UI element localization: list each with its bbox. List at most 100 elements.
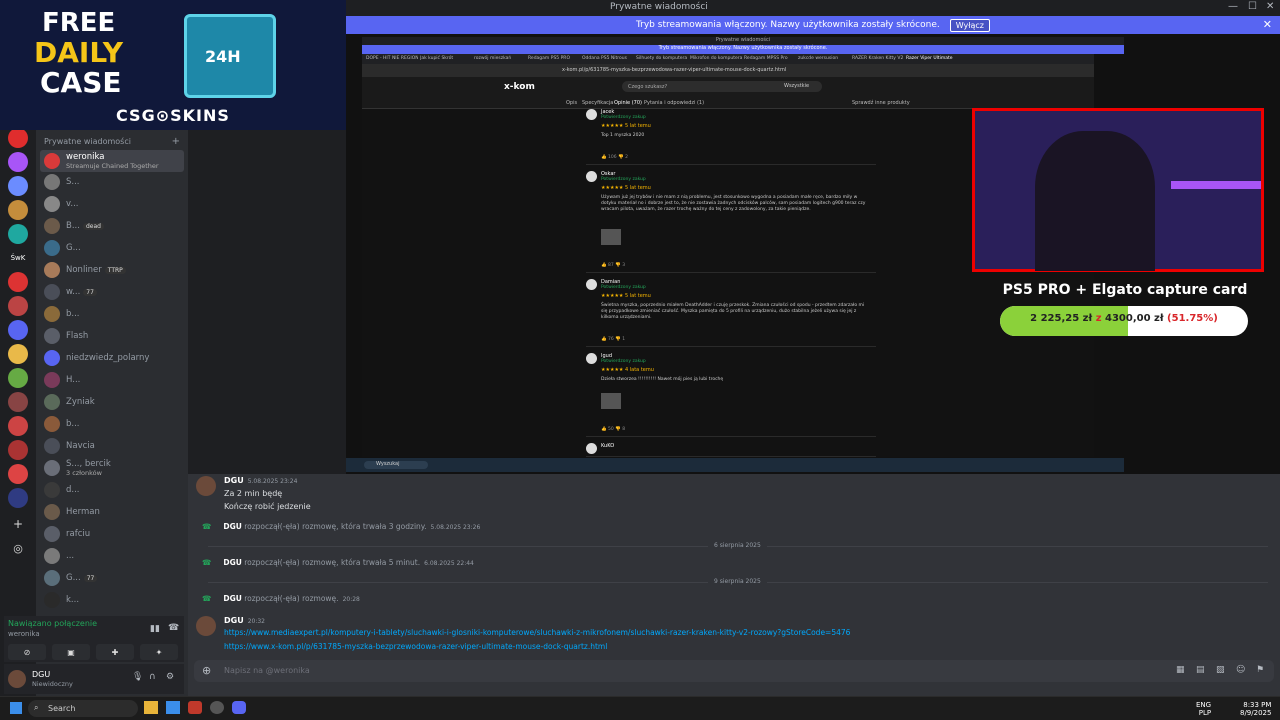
server-swk[interactable]: ŚwK <box>8 248 28 268</box>
xkom-search-category[interactable]: Wszystkie <box>784 83 809 89</box>
apps-icon[interactable]: ⚑ <box>1256 665 1264 675</box>
tab-description[interactable]: Opis <box>566 100 577 106</box>
other-products-link[interactable]: Sprawdź inne produkty <box>852 100 910 106</box>
tab-qa[interactable]: Pytania i odpowiedzi (1) <box>644 100 704 106</box>
tab-reviews[interactable]: Opinie (70) <box>614 100 642 106</box>
server-icon[interactable] <box>8 368 28 388</box>
dm-item[interactable]: ... <box>40 546 184 566</box>
gif-icon[interactable]: ▤ <box>1196 665 1205 675</box>
server-icon[interactable] <box>8 296 28 316</box>
settings-gear-icon[interactable]: ⚙ <box>166 672 174 682</box>
review-photo[interactable] <box>601 393 621 409</box>
message-link[interactable]: https://www.mediaexpert.pl/komputery-i-t… <box>224 628 1188 637</box>
message-author[interactable]: DGU <box>224 476 244 485</box>
disable-streamer-mode-button[interactable]: Wyłącz <box>949 18 990 32</box>
maximize-icon[interactable]: ☐ <box>1248 1 1257 12</box>
dm-item[interactable]: S..., bercik 3 członków <box>40 458 184 478</box>
dm-item[interactable]: b... <box>40 304 184 324</box>
sticker-icon[interactable]: ▧ <box>1216 665 1225 675</box>
headphones-icon[interactable]: ∩ <box>149 672 156 682</box>
review-photo[interactable] <box>601 229 621 245</box>
tab-spec[interactable]: Specyfikacja <box>582 100 613 106</box>
taskbar-search[interactable]: ⌕ Search <box>28 700 138 717</box>
avatar[interactable] <box>196 476 216 496</box>
message-input[interactable]: ⊕ Napisz na @weronika ▦ ▤ ▧ ☺ ⚑ <box>194 660 1274 682</box>
browser-tab[interactable]: zukcde wersusion <box>798 54 850 64</box>
server-icon[interactable] <box>8 272 28 292</box>
xkom-logo[interactable]: x-kom <box>504 82 535 92</box>
new-dm-icon[interactable]: + <box>172 136 180 147</box>
server-icon[interactable] <box>8 392 28 412</box>
browser-tab[interactable]: Razer Viper Ultimate <box>906 54 958 64</box>
server-icon[interactable] <box>8 152 28 172</box>
avatar[interactable] <box>8 670 26 688</box>
dm-item[interactable]: G... 77 <box>40 568 184 588</box>
dm-item[interactable]: weronika Streamuje Chained Together <box>40 150 184 172</box>
add-server-icon[interactable]: + <box>8 514 28 534</box>
message-author[interactable]: DGU <box>224 616 244 625</box>
review-votes[interactable]: 👍 50 👎 8 <box>601 427 625 432</box>
dm-item[interactable]: Zyniak <box>40 392 184 412</box>
server-icon[interactable] <box>8 416 28 436</box>
review-votes[interactable]: 👍 76 👎 1 <box>601 337 625 342</box>
close-icon[interactable]: ✕ <box>1266 1 1274 12</box>
dm-item[interactable]: S... <box>40 172 184 192</box>
dm-item[interactable]: rafciu <box>40 524 184 544</box>
browser-tab[interactable]: DOPE - HIT NIE REGION <box>366 54 418 64</box>
dm-item[interactable]: d... <box>40 480 184 500</box>
browser-tab[interactable]: Redagam MPSS Pro <box>744 54 796 64</box>
server-icon[interactable] <box>8 224 28 244</box>
attach-plus-icon[interactable]: ⊕ <box>202 664 211 677</box>
server-icon[interactable] <box>8 176 28 196</box>
avatar[interactable] <box>196 616 216 636</box>
disconnect-icon[interactable]: ☎ <box>168 623 179 633</box>
soundboard-icon[interactable]: ✦ <box>140 644 178 660</box>
camera-off-icon[interactable]: ⊘ <box>8 644 46 660</box>
server-icon[interactable] <box>8 464 28 484</box>
dm-item[interactable]: k... <box>40 590 184 610</box>
emoji-icon[interactable]: ☺ <box>1236 665 1245 675</box>
dm-item[interactable]: Nonliner TTRP <box>40 260 184 280</box>
dm-item[interactable]: B... dead <box>40 216 184 236</box>
review-votes[interactable]: 👍 87 👎 3 <box>601 263 625 268</box>
dm-item[interactable]: v... <box>40 194 184 214</box>
signal-icon[interactable]: ▮▮ <box>150 624 160 634</box>
browser-tab[interactable]: RAZER Kraken Kitty V2 <box>852 54 904 64</box>
server-icon[interactable] <box>8 200 28 220</box>
screen-share-icon[interactable]: ▣ <box>52 644 90 660</box>
browser-tab[interactable]: Mikrofon do komputera <box>690 54 742 64</box>
dm-item[interactable]: b... <box>40 414 184 434</box>
dm-item[interactable]: w... 77 <box>40 282 184 302</box>
windows-start-icon[interactable] <box>10 702 22 714</box>
server-icon[interactable] <box>8 488 28 508</box>
banner-close-icon[interactable]: ✕ <box>1263 18 1272 31</box>
obs-icon[interactable] <box>210 701 224 714</box>
browser-tab[interactable]: rozwój mieszkań <box>474 54 526 64</box>
mic-icon[interactable]: 🎙 <box>132 672 143 682</box>
activity-icon[interactable]: ✚ <box>96 644 134 660</box>
dm-item[interactable]: H... <box>40 370 184 390</box>
dm-item[interactable]: Herman <box>40 502 184 522</box>
message-link[interactable]: https://www.x-kom.pl/p/631785-myszka-bez… <box>224 642 1188 651</box>
minimize-icon[interactable]: — <box>1228 1 1238 12</box>
dm-item[interactable]: Navcia <box>40 436 184 456</box>
dm-item[interactable]: G... <box>40 238 184 258</box>
server-icon[interactable] <box>8 320 28 340</box>
browser-urlbar[interactable]: x-kom.pl/p/631785-myszka-bezprzewodowa-r… <box>362 64 1094 77</box>
browser-tab[interactable]: Jak kupić Skrót <box>420 54 472 64</box>
dm-item[interactable]: niedzwiedz_polarny <box>40 348 184 368</box>
browser-tab[interactable]: Oddana PS5 Nitrous <box>582 54 634 64</box>
store-icon[interactable] <box>166 701 180 714</box>
dm-item[interactable]: Flash <box>40 326 184 346</box>
discord-icon[interactable] <box>232 701 246 714</box>
discover-icon[interactable]: ◎ <box>8 538 28 558</box>
server-icon[interactable] <box>8 344 28 364</box>
review-votes[interactable]: 👍 106 👎 2 <box>601 155 628 160</box>
folder-icon[interactable] <box>144 701 158 714</box>
server-icon[interactable] <box>8 128 28 148</box>
browser-tab[interactable]: Silhuety do komputera <box>636 54 688 64</box>
server-icon[interactable] <box>8 440 28 460</box>
gift-icon[interactable]: ▦ <box>1176 665 1185 675</box>
browser-icon[interactable] <box>188 701 202 714</box>
browser-tab[interactable]: Redagam PS5 PRO <box>528 54 580 64</box>
